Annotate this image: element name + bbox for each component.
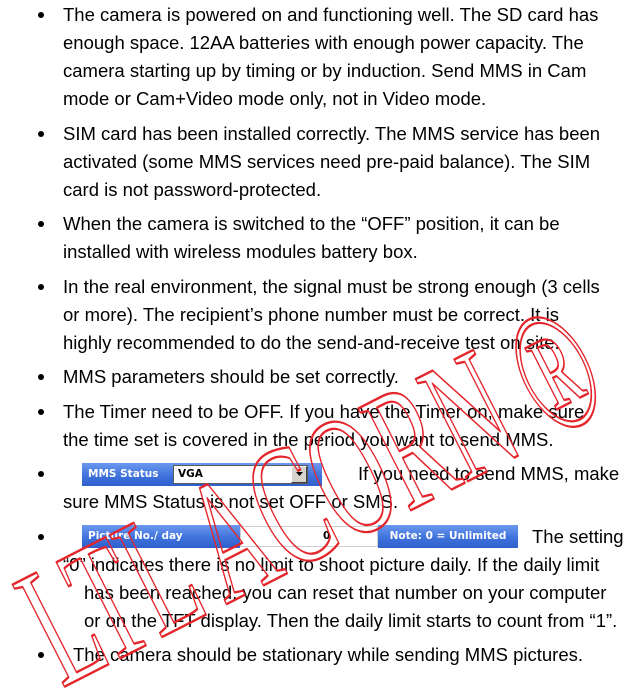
bullet-dot: [38, 12, 44, 18]
list-item: The camera is powered on and functioning…: [0, 1, 632, 113]
text-line: highly recommended to do the send-and-re…: [63, 331, 560, 353]
picture-limit-input[interactable]: 0: [240, 526, 378, 547]
list-item: The Timer need to be OFF. If you have th…: [0, 398, 632, 454]
mms-status-select[interactable]: VGA: [173, 464, 308, 484]
text-line: mode or Cam+Video mode only, not in Vide…: [63, 88, 487, 109]
text-line: installed with wireless modules battery …: [63, 241, 418, 262]
list-item: Picture No./ day 0 Note: 0 = Unlimited T…: [0, 523, 632, 635]
list-item: In the real environment, the signal must…: [0, 273, 632, 357]
text-line: SIM card has been installed correctly. T…: [63, 122, 601, 144]
picture-limit-label: Picture No./ day: [82, 525, 240, 548]
bullet-dot: [38, 652, 44, 658]
text-line: activated (some MMS services need pre-pa…: [63, 150, 591, 172]
list-item: The camera should be stationary while se…: [0, 641, 632, 669]
bullet-dot: [38, 533, 44, 540]
checklist: The camera is powered on and functioning…: [0, 1, 632, 676]
text-line: sure MMS Status is not set OFF or SMS.: [63, 491, 399, 512]
mms-status-widget: MMS Status VGA: [82, 462, 322, 486]
list-item: SIM card has been installed correctly. T…: [0, 120, 632, 204]
text-line: When the camera is switched to the “OFF”…: [63, 213, 560, 234]
text-line: has been reached, you can reset that num…: [84, 581, 607, 603]
bullet-dot: [38, 471, 44, 477]
text-line: or more). The recipient’s phone number m…: [63, 303, 559, 325]
text-line: The camera is powered on and functioning…: [63, 4, 599, 25]
text-line: The Timer need to be OFF. If you have th…: [63, 400, 585, 422]
bullet-dot: [38, 130, 44, 137]
bullet-dot: [38, 221, 44, 227]
text-line: camera starting up by timing or by induc…: [63, 60, 587, 81]
text-fragment: The setting: [532, 525, 624, 547]
chevron-down-icon[interactable]: [291, 465, 307, 483]
text-line: The camera should be stationary while se…: [73, 644, 584, 665]
text-line: In the real environment, the signal must…: [63, 275, 600, 297]
bullet-dot: [38, 374, 44, 380]
bullet-dot: [38, 283, 44, 290]
text-line: enough space. 12AA batteries with enough…: [63, 32, 584, 53]
bullet-dot: [38, 408, 44, 415]
text-line: card is not password-protected.: [63, 178, 322, 200]
text-line: MMS parameters should be set correctly.: [63, 366, 399, 387]
text-line: the time set is covered in the period yo…: [63, 428, 554, 450]
text-line: or on the TFT display. Then the daily li…: [84, 609, 618, 631]
text-line: MMS Status VGA If you need to send MMS, …: [63, 460, 632, 488]
text-line: “0” indicates there is no limit to shoot…: [63, 553, 600, 575]
list-item: When the camera is switched to the “OFF”…: [0, 210, 632, 266]
text-fragment: If you need to send MMS, make: [358, 463, 620, 484]
picture-limit-note: Note: 0 = Unlimited: [378, 525, 518, 548]
list-item: MMS Status VGA If you need to send MMS, …: [0, 460, 632, 516]
list-item: MMS parameters should be set correctly.: [0, 363, 632, 391]
text-line: Picture No./ day 0 Note: 0 = Unlimited T…: [63, 523, 632, 551]
mms-status-value: VGA: [178, 467, 203, 480]
picture-limit-value: 0: [323, 530, 331, 542]
picture-limit-widget: Picture No./ day 0 Note: 0 = Unlimited: [82, 525, 518, 548]
document-page: The camera is powered on and functioning…: [0, 0, 632, 690]
